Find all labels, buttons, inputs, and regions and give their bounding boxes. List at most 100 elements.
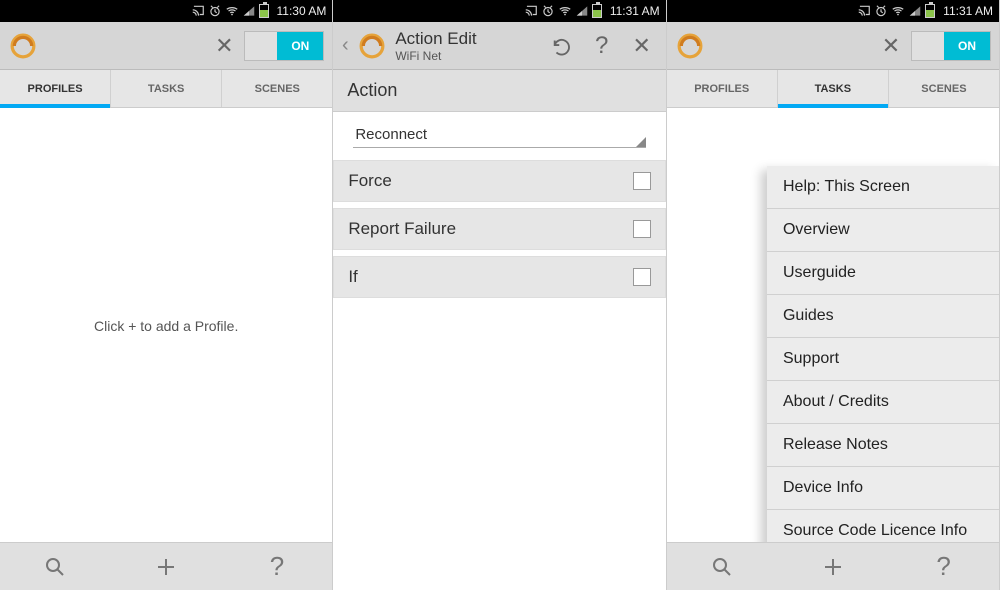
- undo-icon: [551, 35, 573, 57]
- tab-profiles[interactable]: PROFILES: [667, 70, 778, 107]
- search-button[interactable]: [0, 543, 111, 590]
- status-time: 11:31 AM: [943, 4, 993, 18]
- power-toggle-knob: ON: [944, 32, 990, 60]
- option-row-force[interactable]: Force: [333, 160, 665, 202]
- back-button[interactable]: ‹: [337, 34, 353, 57]
- cast-icon: [857, 4, 871, 18]
- menu-userguide[interactable]: Userguide: [767, 252, 999, 295]
- status-time: 11:30 AM: [277, 4, 327, 18]
- status-bar: 11:30 AM: [0, 0, 332, 22]
- bottom-bar: ?: [0, 542, 332, 590]
- option-label: If: [348, 267, 357, 287]
- help-button[interactable]: ?: [888, 543, 999, 590]
- tasker-logo-icon: [10, 33, 36, 59]
- close-icon: ✕: [215, 33, 233, 59]
- add-button[interactable]: [777, 543, 888, 590]
- appbar-subtitle: WiFi Net: [395, 49, 476, 63]
- tab-label: PROFILES: [694, 83, 749, 95]
- pane-profiles: 11:30 AM ✕ ON PROFILES TASKS SCENES Clic…: [0, 0, 333, 590]
- search-button[interactable]: [667, 543, 778, 590]
- status-icons: [191, 4, 269, 18]
- status-icons: [857, 4, 935, 18]
- tasker-logo-icon: [677, 33, 703, 59]
- action-section-header: Action: [333, 70, 665, 112]
- bottom-bar: ?: [667, 542, 999, 590]
- power-toggle[interactable]: ON: [911, 31, 991, 61]
- tab-tasks[interactable]: TASKS: [111, 70, 222, 107]
- app-bar: ‹ Action Edit WiFi Net ? ✕: [333, 22, 665, 70]
- status-bar: 11:31 AM: [333, 0, 665, 22]
- status-bar: 11:31 AM: [667, 0, 999, 22]
- plus-icon: [154, 555, 178, 579]
- battery-icon: [259, 4, 269, 18]
- menu-support[interactable]: Support: [767, 338, 999, 381]
- option-row-report-failure[interactable]: Report Failure: [333, 208, 665, 250]
- action-select-row: Reconnect: [333, 112, 665, 154]
- close-button[interactable]: ✕: [622, 26, 662, 66]
- action-select[interactable]: Reconnect: [353, 122, 645, 148]
- action-select-value: Reconnect: [355, 126, 427, 143]
- help-icon: ?: [595, 32, 608, 60]
- help-button[interactable]: ?: [582, 26, 622, 66]
- close-button[interactable]: ✕: [204, 26, 244, 66]
- menu-help-this-screen[interactable]: Help: This Screen: [767, 166, 999, 209]
- help-icon: ?: [270, 551, 284, 582]
- signal-icon: [908, 4, 922, 18]
- menu-overview[interactable]: Overview: [767, 209, 999, 252]
- menu-source-licence[interactable]: Source Code Licence Info: [767, 510, 999, 542]
- close-icon: ✕: [632, 33, 650, 59]
- menu-device-info[interactable]: Device Info: [767, 467, 999, 510]
- menu-about-credits[interactable]: About / Credits: [767, 381, 999, 424]
- tab-label: TASKS: [815, 83, 851, 95]
- wifi-icon: [891, 4, 905, 18]
- action-edit-body: Action Reconnect Force Report Failure If: [333, 70, 665, 590]
- app-bar: ✕ ON: [667, 22, 999, 70]
- tab-bar: PROFILES TASKS SCENES: [667, 70, 999, 108]
- tab-label: SCENES: [921, 83, 966, 95]
- close-button[interactable]: ✕: [871, 26, 911, 66]
- add-button[interactable]: [111, 543, 222, 590]
- tab-scenes[interactable]: SCENES: [222, 70, 332, 107]
- checkbox-force[interactable]: [633, 172, 651, 190]
- option-row-if[interactable]: If: [333, 256, 665, 298]
- tab-scenes[interactable]: SCENES: [889, 70, 999, 107]
- appbar-title: Action Edit: [395, 29, 476, 49]
- pane-tasks-menu: 11:31 AM ✕ ON PROFILES TASKS SCENES Help…: [667, 0, 1000, 590]
- alarm-icon: [874, 4, 888, 18]
- tab-bar: PROFILES TASKS SCENES: [0, 70, 332, 108]
- appbar-title-block: Action Edit WiFi Net: [395, 29, 476, 63]
- cast-icon: [191, 4, 205, 18]
- search-icon: [710, 555, 734, 579]
- option-label: Force: [348, 171, 391, 191]
- status-icons: [524, 4, 602, 18]
- signal-icon: [242, 4, 256, 18]
- undo-button[interactable]: [542, 26, 582, 66]
- checkbox-report-failure[interactable]: [633, 220, 651, 238]
- battery-icon: [925, 4, 935, 18]
- profiles-body: Click + to add a Profile.: [0, 108, 332, 542]
- status-time: 11:31 AM: [610, 4, 660, 18]
- tab-profiles[interactable]: PROFILES: [0, 70, 111, 107]
- signal-icon: [575, 4, 589, 18]
- search-icon: [43, 555, 67, 579]
- menu-release-notes[interactable]: Release Notes: [767, 424, 999, 467]
- wifi-icon: [225, 4, 239, 18]
- menu-guides[interactable]: Guides: [767, 295, 999, 338]
- battery-icon: [592, 4, 602, 18]
- app-logo: [671, 33, 703, 59]
- plus-icon: [821, 555, 845, 579]
- power-toggle[interactable]: ON: [244, 31, 324, 61]
- help-icon: ?: [936, 551, 950, 582]
- tab-tasks[interactable]: TASKS: [778, 70, 889, 107]
- pane-action-edit: 11:31 AM ‹ Action Edit WiFi Net ? ✕ Acti…: [333, 0, 666, 590]
- alarm-icon: [208, 4, 222, 18]
- app-logo: [353, 33, 385, 59]
- help-button[interactable]: ?: [222, 543, 333, 590]
- app-logo: [4, 33, 36, 59]
- tab-label: TASKS: [148, 83, 184, 95]
- tab-label: SCENES: [255, 83, 300, 95]
- power-toggle-knob: ON: [277, 32, 323, 60]
- checkbox-if[interactable]: [633, 268, 651, 286]
- option-label: Report Failure: [348, 219, 456, 239]
- tasker-logo-icon: [359, 33, 385, 59]
